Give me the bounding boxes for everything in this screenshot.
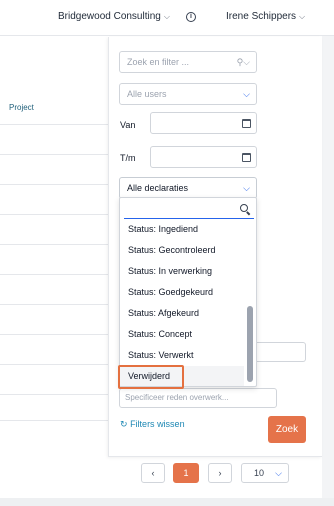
highlight-annotation — [118, 365, 184, 389]
chevron-down-icon: ⌵ — [299, 12, 306, 21]
clear-filters-link[interactable]: ↻ Filters wissen — [120, 419, 185, 430]
table-row — [0, 334, 110, 335]
option-status-ingediend[interactable]: Status: Ingediend — [120, 219, 244, 240]
page-size-select[interactable]: 10 ⌵ — [241, 463, 289, 483]
page-size-value: 10 — [254, 468, 265, 478]
search-placeholder: Zoek en filter ... — [127, 57, 190, 67]
table-row — [0, 304, 110, 305]
table-row — [0, 394, 110, 395]
table-row — [0, 274, 110, 275]
option-status-goedgekeurd[interactable]: Status: Goedgekeurd — [120, 282, 244, 303]
dropdown-scrollbar[interactable] — [247, 306, 253, 382]
clear-filters-label: Filters wissen — [130, 419, 185, 429]
chevron-down-icon: ⌵ — [275, 468, 282, 478]
option-status-afgekeurd[interactable]: Status: Afgekeurd — [120, 303, 244, 324]
users-select[interactable]: Alle users ⌵ — [119, 83, 257, 105]
reset-icon: ↻ — [120, 419, 128, 429]
table-row — [0, 184, 110, 185]
table-row — [0, 214, 110, 215]
calendar-icon[interactable] — [242, 153, 251, 162]
table-row — [0, 124, 110, 125]
search-icon — [240, 204, 248, 212]
table-row — [0, 154, 110, 155]
search-icon: ⚲⌵ — [236, 57, 250, 67]
page-scrollbar[interactable] — [322, 36, 334, 498]
next-page-button[interactable]: › — [208, 463, 232, 483]
company-switcher[interactable]: Bridgewood Consulting ⌵ — [58, 11, 170, 22]
search-filter-input[interactable]: Zoek en filter ... ⚲⌵ — [119, 51, 257, 73]
info-icon[interactable]: i — [186, 12, 196, 22]
option-status-verwerkt[interactable]: Status: Verwerkt — [120, 345, 244, 366]
option-status-gecontroleerd[interactable]: Status: Gecontroleerd — [120, 240, 244, 261]
prev-page-button[interactable]: ‹ — [141, 463, 165, 483]
table-row — [0, 420, 110, 421]
chevron-down-icon: ⌵ — [243, 89, 250, 99]
declaration-dropdown: Status: Ingediend Status: Gecontroleerd … — [119, 197, 257, 387]
search-button[interactable]: Zoek — [268, 416, 306, 443]
chevron-down-icon: ⌵ — [163, 12, 170, 21]
reason-placeholder: Specificeer reden overwerk... — [125, 393, 229, 402]
company-name: Bridgewood Consulting — [58, 11, 161, 22]
option-status-in-verwerking[interactable]: Status: In verwerking — [120, 261, 244, 282]
user-name: Irene Schippers — [226, 11, 297, 22]
to-date-input[interactable] — [150, 146, 257, 168]
column-header-project[interactable]: Project — [9, 103, 34, 112]
overtime-input[interactable] — [256, 342, 306, 362]
declaration-select-value: Alle declaraties — [127, 183, 189, 193]
dropdown-search-input[interactable] — [124, 201, 254, 219]
option-status-concept[interactable]: Status: Concept — [120, 324, 244, 345]
to-label: T/m — [120, 153, 136, 163]
from-label: Van — [120, 120, 136, 130]
declaration-select[interactable]: Alle declaraties ⌵ — [119, 177, 257, 199]
calendar-icon[interactable] — [242, 119, 251, 128]
table-row — [0, 364, 110, 365]
footer-strip — [0, 498, 334, 506]
chevron-down-icon: ⌵ — [243, 183, 250, 193]
top-bar: Bridgewood Consulting ⌵ i Irene Schippers… — [0, 0, 334, 36]
from-date-input[interactable] — [150, 112, 257, 134]
users-select-value: Alle users — [127, 89, 167, 99]
reason-input[interactable]: Specificeer reden overwerk... — [119, 388, 277, 408]
table-row — [0, 244, 110, 245]
user-menu[interactable]: Irene Schippers ⌵ — [226, 11, 305, 22]
page-1-button[interactable]: 1 — [173, 463, 199, 483]
